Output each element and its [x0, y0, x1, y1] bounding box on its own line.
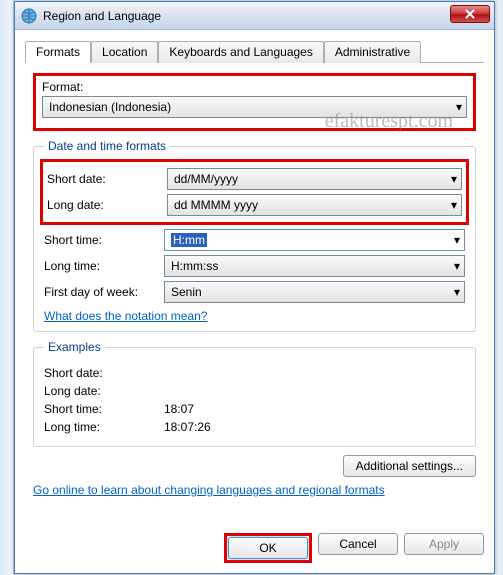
additional-settings-button[interactable]: Additional settings... — [343, 455, 476, 477]
first-day-combo[interactable]: Senin ▾ — [164, 281, 465, 303]
ex-long-time-value: 18:07:26 — [164, 420, 211, 434]
go-online-link[interactable]: Go online to learn about changing langua… — [33, 483, 476, 497]
titlebar[interactable]: Region and Language — [15, 2, 494, 30]
background-strip — [0, 0, 14, 575]
format-label: Format: — [42, 80, 467, 94]
long-time-combo[interactable]: H:mm:ss ▾ — [164, 255, 465, 277]
tab-administrative[interactable]: Administrative — [324, 41, 421, 63]
notation-link[interactable]: What does the notation mean? — [44, 309, 207, 323]
tab-pane-formats: Format: Indonesian (Indonesia) ▾ Date an… — [25, 63, 484, 523]
long-date-combo[interactable]: dd MMMM yyyy ▾ — [167, 194, 462, 216]
tabstrip: Formats Location Keyboards and Languages… — [25, 40, 484, 63]
short-date-combo[interactable]: dd/MM/yyyy ▾ — [167, 168, 462, 190]
chevron-down-icon: ▾ — [456, 100, 462, 114]
date-time-formats-legend: Date and time formats — [44, 139, 170, 153]
dates-highlight: Short date: dd/MM/yyyy ▾ Long date: — [40, 159, 469, 225]
globe-icon — [21, 8, 37, 24]
ok-highlight: OK — [224, 533, 312, 563]
close-button[interactable] — [450, 5, 490, 23]
first-day-label: First day of week: — [44, 285, 164, 299]
ex-short-time-label: Short time: — [44, 402, 164, 416]
format-combo-value: Indonesian (Indonesia) — [49, 100, 171, 114]
chevron-down-icon: ▾ — [454, 259, 460, 273]
format-highlight: Format: Indonesian (Indonesia) ▾ — [33, 73, 476, 131]
tab-location[interactable]: Location — [91, 41, 158, 63]
chevron-down-icon: ▾ — [451, 198, 457, 212]
first-day-value: Senin — [171, 285, 202, 299]
short-date-label: Short date: — [47, 172, 167, 186]
date-time-formats-group: Date and time formats Short date: dd/MM/… — [33, 139, 476, 332]
tab-keyboards[interactable]: Keyboards and Languages — [158, 41, 323, 63]
tab-formats[interactable]: Formats — [25, 41, 91, 63]
ex-short-date-label: Short date: — [44, 366, 164, 380]
cancel-button[interactable]: Cancel — [318, 533, 398, 555]
ex-long-date-label: Long date: — [44, 384, 164, 398]
long-date-label: Long date: — [47, 198, 167, 212]
dialog-footer: OK Cancel Apply — [25, 523, 484, 563]
long-time-label: Long time: — [44, 259, 164, 273]
short-time-label: Short time: — [44, 233, 164, 247]
apply-button: Apply — [404, 533, 484, 555]
format-combo[interactable]: Indonesian (Indonesia) ▾ — [42, 96, 467, 118]
short-time-value: H:mm — [171, 233, 207, 247]
ex-long-time-label: Long time: — [44, 420, 164, 434]
examples-group: Examples Short date: Long date: Short ti… — [33, 340, 476, 447]
window-title: Region and Language — [43, 9, 161, 23]
long-time-value: H:mm:ss — [171, 259, 218, 273]
ok-button[interactable]: OK — [228, 537, 308, 559]
ex-short-time-value: 18:07 — [164, 402, 194, 416]
short-time-combo[interactable]: H:mm ▾ — [164, 229, 465, 251]
dialog-window: Region and Language Formats Location Key… — [14, 1, 495, 574]
short-date-value: dd/MM/yyyy — [174, 172, 238, 186]
chevron-down-icon: ▾ — [451, 172, 457, 186]
long-date-value: dd MMMM yyyy — [174, 198, 258, 212]
close-icon — [465, 9, 475, 19]
examples-legend: Examples — [44, 340, 105, 354]
chevron-down-icon: ▾ — [454, 285, 460, 299]
chevron-down-icon: ▾ — [454, 233, 460, 247]
client-area: Formats Location Keyboards and Languages… — [15, 30, 494, 573]
